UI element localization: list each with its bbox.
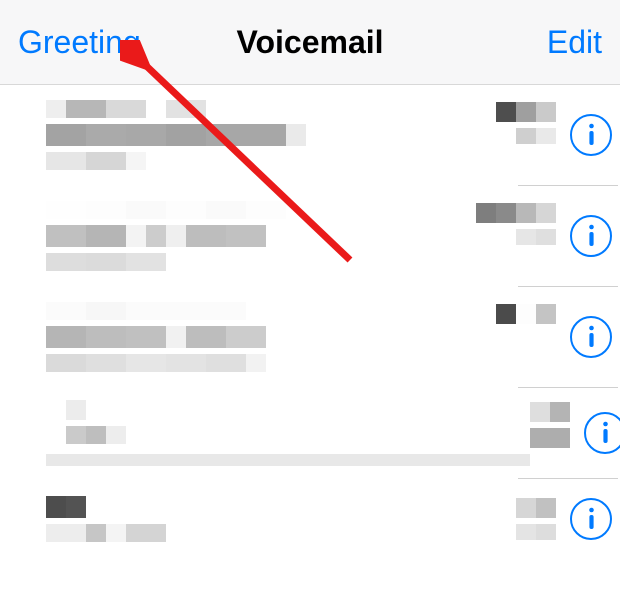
voicemail-meta xyxy=(496,304,556,346)
info-icon xyxy=(587,507,596,531)
navbar: Greeting Voicemail Edit xyxy=(0,0,620,85)
info-button[interactable] xyxy=(584,412,620,454)
info-icon xyxy=(587,123,596,147)
voicemail-info xyxy=(46,496,516,542)
voicemail-info xyxy=(46,302,496,372)
info-button[interactable] xyxy=(570,215,612,257)
voicemail-row[interactable] xyxy=(0,186,620,286)
voicemail-meta xyxy=(496,102,556,144)
edit-button[interactable]: Edit xyxy=(547,24,602,61)
voicemail-row[interactable] xyxy=(0,388,620,478)
info-icon xyxy=(587,325,596,349)
voicemail-list xyxy=(0,85,620,559)
page-title: Voicemail xyxy=(236,24,383,61)
voicemail-meta xyxy=(476,203,556,245)
voicemail-meta xyxy=(516,498,556,540)
greeting-button[interactable]: Greeting xyxy=(18,24,141,61)
info-icon xyxy=(587,224,596,248)
info-button[interactable] xyxy=(570,114,612,156)
voicemail-meta xyxy=(530,402,570,448)
voicemail-info xyxy=(46,400,530,466)
voicemail-row[interactable] xyxy=(0,85,620,185)
info-icon xyxy=(601,421,610,445)
voicemail-row[interactable] xyxy=(0,287,620,387)
voicemail-info xyxy=(46,100,496,170)
voicemail-row[interactable] xyxy=(0,479,620,559)
info-button[interactable] xyxy=(570,316,612,358)
info-button[interactable] xyxy=(570,498,612,540)
voicemail-info xyxy=(46,201,476,271)
